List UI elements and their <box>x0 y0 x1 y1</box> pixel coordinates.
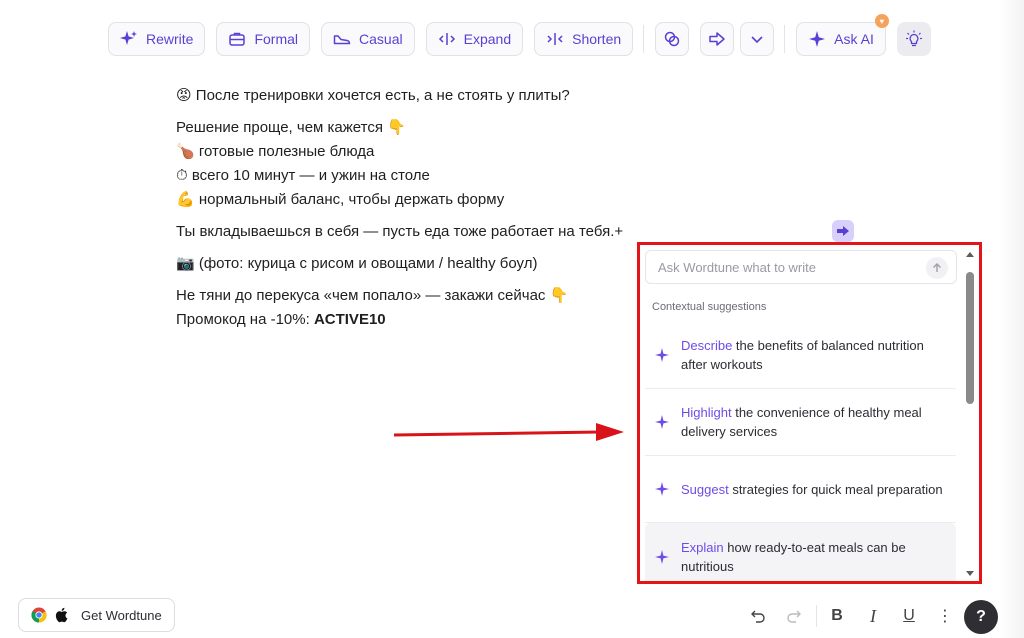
toolbar-divider <box>784 25 786 53</box>
formal-label: Formal <box>254 31 299 47</box>
suggestion-item[interactable]: Highlight the convenience of healthy mea… <box>645 389 956 456</box>
suggestion-item[interactable]: Describe the benefits of balanced nutrit… <box>645 322 956 389</box>
italic-button[interactable]: I <box>859 602 887 630</box>
suggestion-rest: strategies for quick meal preparation <box>728 481 943 497</box>
arrow-right-icon <box>708 30 726 48</box>
suggestion-text: Describe the benefits of balanced nutrit… <box>681 336 946 374</box>
sparkle-icon <box>655 482 671 496</box>
doc-line: 🍗 готовые полезные блюда <box>176 143 375 160</box>
editor-controls: B I U ⋮ <box>744 602 967 630</box>
doc-line: Решение проще, чем кажется 👇 <box>176 119 406 136</box>
bold-button[interactable]: B <box>823 602 851 630</box>
casual-button[interactable]: Casual <box>321 22 415 56</box>
window-edge <box>998 0 1024 638</box>
suggestion-verb: Suggest <box>681 481 729 497</box>
shorten-arrows-icon <box>546 30 564 48</box>
section-label: Contextual suggestions <box>652 301 767 313</box>
sparkle-icon <box>120 30 138 48</box>
ask-wordtune-field[interactable] <box>645 250 957 284</box>
sparkle-icon <box>655 348 671 362</box>
ask-ai-label: Ask AI <box>834 31 874 47</box>
rewrite-toolbar: Rewrite Formal Casual Expand Shorten Ask… <box>108 14 942 56</box>
sparkle-icon <box>808 30 826 48</box>
continue-group <box>700 22 775 56</box>
suggestion-verb: Highlight <box>681 405 732 420</box>
more-options-button[interactable]: ⋮ <box>931 602 959 630</box>
expand-button[interactable]: Expand <box>425 22 524 56</box>
formal-button[interactable]: Formal <box>216 22 311 56</box>
doc-line: ⏱ всего 10 минут — и ужин на столе <box>176 167 430 184</box>
continue-dropdown-button[interactable] <box>740 22 775 56</box>
translate-button[interactable] <box>655 22 690 56</box>
chevron-down-icon <box>748 30 766 48</box>
get-wordtune-label: Get Wordtune <box>81 607 162 623</box>
ideas-button[interactable] <box>896 22 931 56</box>
suggestion-text: Explain how ready-to-eat meals can be nu… <box>681 538 946 576</box>
scroll-up-icon[interactable] <box>966 252 974 257</box>
sparkle-icon <box>655 549 671 564</box>
doc-line: 💪 нормальный баланс, чтобы держать форму <box>176 191 505 208</box>
sneaker-icon <box>333 30 351 48</box>
casual-label: Casual <box>359 31 403 47</box>
continue-writing-button[interactable] <box>700 22 735 56</box>
suggestion-item[interactable]: Explain how ready-to-eat meals can be nu… <box>645 523 956 581</box>
arrow-right-icon <box>837 226 849 236</box>
doc-line: 📷 (фото: курица с рисом и овощами / heal… <box>176 255 538 272</box>
continue-writing-badge[interactable] <box>832 220 854 242</box>
shorten-label: Shorten <box>572 31 622 47</box>
heart-icon: ♥ <box>874 14 889 28</box>
annotation-arrow-icon <box>393 423 624 441</box>
scroll-thumb[interactable] <box>966 272 974 404</box>
shorten-button[interactable]: Shorten <box>534 22 634 56</box>
promo-code: ACTIVE10 <box>313 311 386 328</box>
redo-icon <box>787 610 801 623</box>
lightbulb-icon <box>905 30 923 48</box>
send-button[interactable] <box>926 257 948 279</box>
briefcase-icon <box>228 30 246 48</box>
underline-button[interactable]: U <box>895 602 923 630</box>
undo-button[interactable] <box>744 602 772 630</box>
help-button[interactable]: ? <box>964 600 998 634</box>
suggestion-verb: Explain <box>681 539 724 555</box>
suggestion-list: Describe the benefits of balanced nutrit… <box>645 322 956 581</box>
undo-icon <box>751 610 765 623</box>
rewrite-label: Rewrite <box>146 31 194 47</box>
ask-ai-button[interactable]: Ask AI ♥ <box>796 14 889 56</box>
suggestion-text: Highlight the convenience of healthy mea… <box>681 403 946 441</box>
arrow-up-icon <box>933 263 941 272</box>
suggestion-verb: Describe <box>681 338 733 353</box>
get-wordtune-button[interactable]: Get Wordtune <box>18 598 175 632</box>
suggestion-text: Suggest strategies for quick meal prepar… <box>681 480 943 499</box>
rewrite-button[interactable]: Rewrite <box>108 22 206 56</box>
suggestion-item[interactable]: Suggest strategies for quick meal prepar… <box>645 456 956 523</box>
redo-button[interactable] <box>780 602 808 630</box>
sparkle-icon <box>655 415 671 429</box>
ask-wordtune-panel: Contextual suggestions Describe the bene… <box>637 242 982 584</box>
expand-label: Expand <box>463 31 512 47</box>
doc-line: 😡 После тренировки хочется есть, а не ст… <box>176 87 570 104</box>
toolbar-divider <box>643 25 645 53</box>
doc-line-text: Не тяни до перекуса «чем попало» — закаж… <box>176 287 569 304</box>
overlap-circles-icon <box>663 30 681 48</box>
doc-line: Не тяни до перекуса «чем попало» — закаж… <box>176 284 696 308</box>
controls-divider <box>816 605 817 627</box>
doc-line: Промокод на -10%: ACTIVE10 <box>176 308 696 332</box>
doc-line: Ты вкладываешься в себя — пусть еда тоже… <box>176 223 624 240</box>
apple-icon <box>55 607 69 623</box>
ask-wordtune-input[interactable] <box>658 259 918 275</box>
scroll-down-icon[interactable] <box>966 571 974 576</box>
panel-scrollbar[interactable] <box>964 250 976 578</box>
chrome-icon <box>31 607 47 623</box>
document-body[interactable]: 😡 После тренировки хочется есть, а не ст… <box>176 84 696 332</box>
expand-arrows-icon <box>438 30 456 48</box>
promo-prefix: Промокод на -10%: <box>176 311 314 328</box>
